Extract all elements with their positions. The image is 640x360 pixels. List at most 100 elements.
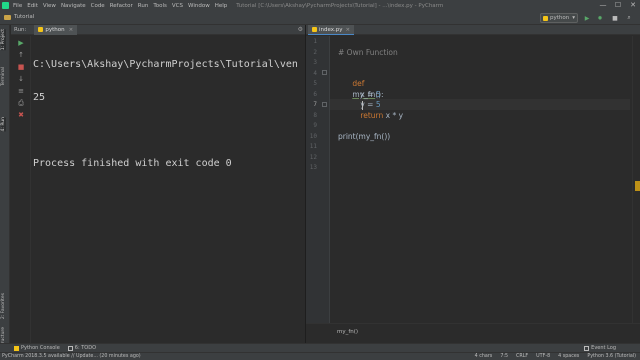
project-breadcrumb[interactable]: Tutorial bbox=[4, 14, 34, 20]
menu-refactor[interactable]: Refactor bbox=[110, 3, 133, 9]
keyword-return: return bbox=[360, 110, 384, 120]
todo-icon bbox=[67, 345, 73, 351]
run-tab-label: python bbox=[45, 26, 65, 33]
line-number: 13 bbox=[309, 164, 317, 171]
python-console-label: Python Console bbox=[21, 345, 60, 351]
rerun-icon[interactable]: ▶ bbox=[17, 39, 25, 47]
run-configuration-select[interactable]: python ▾ bbox=[540, 13, 578, 23]
run-tool-tab[interactable]: 4: Run bbox=[1, 117, 6, 132]
run-config-label: python bbox=[549, 15, 570, 21]
close-icon[interactable]: × bbox=[69, 27, 74, 33]
error-stripe bbox=[632, 36, 640, 323]
soft-wrap-icon[interactable]: ≡ bbox=[17, 87, 25, 95]
menu-edit[interactable]: Edit bbox=[27, 3, 38, 9]
code-expr: x * y bbox=[383, 110, 404, 120]
console-line: 25 bbox=[33, 92, 46, 103]
code-editor: index.py × 1 2 3 4 5 6 7 8 9 10 11 12 13… bbox=[306, 25, 640, 343]
line-number: 10 bbox=[309, 132, 317, 140]
editor-tab-bar: index.py × bbox=[306, 25, 640, 35]
indent-setting[interactable]: 4 spaces bbox=[558, 354, 579, 359]
line-number-gutter: 1 2 3 4 5 6 7 8 9 10 11 12 13 bbox=[306, 36, 330, 323]
stop-icon[interactable]: ■ bbox=[17, 63, 25, 71]
file-encoding[interactable]: UTF-8 bbox=[536, 354, 550, 359]
menu-code[interactable]: Code bbox=[91, 3, 105, 9]
update-notification[interactable]: PyCharm 2018.3.5 available // Update... … bbox=[2, 354, 141, 359]
folder-icon bbox=[4, 14, 11, 20]
warning-marker-icon[interactable] bbox=[635, 181, 640, 191]
window-title: Tutorial [C:\Users\Akshay\PycharmProject… bbox=[236, 2, 444, 9]
code-line-x: x = 5 bbox=[346, 79, 380, 99]
up-arrow-icon[interactable]: ↑ bbox=[17, 51, 25, 59]
stop-icon[interactable]: ■ bbox=[610, 13, 620, 23]
code-line-print: print(my_fn()) bbox=[338, 131, 391, 141]
text-caret bbox=[362, 101, 363, 110]
gear-icon[interactable]: ⚙ bbox=[298, 26, 303, 33]
line-number: 4 bbox=[313, 69, 317, 77]
python-icon bbox=[14, 345, 19, 351]
editor-breadcrumb-bar: my_fn() bbox=[306, 323, 640, 343]
menu-file[interactable]: File bbox=[13, 3, 22, 9]
down-arrow-icon[interactable]: ↓ bbox=[17, 75, 25, 83]
menu-tools[interactable]: Tools bbox=[153, 3, 167, 9]
python-icon bbox=[543, 15, 548, 21]
menu-view[interactable]: View bbox=[43, 3, 56, 9]
line-number: 5 bbox=[313, 80, 317, 87]
run-panel-title: Run: bbox=[14, 26, 27, 33]
python-interpreter[interactable]: Python 3.6 (Tutorial) bbox=[587, 354, 636, 359]
line-separator[interactable]: CRLF bbox=[516, 354, 528, 359]
bottom-tool-stripe: Python Console 6: TODO Event Log bbox=[0, 343, 640, 352]
menu-vcs[interactable]: VCS bbox=[172, 3, 183, 9]
editor-breadcrumb[interactable]: my_fn() bbox=[337, 329, 358, 335]
line-number: 9 bbox=[313, 122, 317, 129]
caret-position[interactable]: 7:5 bbox=[500, 354, 508, 359]
menu-window[interactable]: Window bbox=[188, 3, 210, 9]
editor-tab-label: index.py bbox=[319, 26, 343, 33]
terminal-tool-tab[interactable]: Terminal bbox=[1, 67, 6, 86]
run-toolbar: ▶ ↑ ■ ↓ ≡ ⎙ ✖ bbox=[11, 36, 31, 343]
close-icon[interactable]: × bbox=[346, 27, 351, 33]
code-area[interactable]: # Own Function def my_fn(): x = 5 y = 5 … bbox=[338, 36, 628, 323]
run-tab-python[interactable]: python × bbox=[34, 24, 78, 35]
run-panel-header: Run: python × ⚙ bbox=[11, 24, 305, 35]
fold-icon[interactable] bbox=[322, 102, 327, 107]
minimize-button[interactable]: — bbox=[596, 0, 610, 11]
menu-run[interactable]: Run bbox=[138, 3, 149, 9]
selection-chars: 4 chars bbox=[474, 354, 493, 359]
event-log-tab[interactable]: Event Log bbox=[584, 345, 616, 351]
line-number: 6 bbox=[313, 90, 317, 98]
python-file-icon bbox=[312, 27, 317, 32]
menu-help[interactable]: Help bbox=[215, 3, 228, 9]
menu-navigate[interactable]: Navigate bbox=[61, 3, 86, 9]
play-icon[interactable]: ▶ bbox=[582, 13, 592, 23]
left-tool-stripe: 1: Project Terminal 4: Run 2: Favorites … bbox=[0, 25, 10, 354]
code-line-return: return x * y bbox=[346, 100, 403, 120]
console-line: Process finished with exit code 0 bbox=[33, 158, 232, 169]
close-window-button[interactable]: ✕ bbox=[626, 0, 640, 11]
editor-tab-index-py[interactable]: index.py × bbox=[308, 25, 355, 35]
search-icon[interactable]: ⌕ bbox=[624, 13, 634, 23]
run-console-output[interactable]: C:\Users\Akshay\PycharmProjects\Tutorial… bbox=[33, 37, 305, 337]
menu-bar: File Edit View Navigate Code Refactor Ru… bbox=[0, 0, 640, 11]
python-icon bbox=[38, 27, 44, 32]
line-number: 1 bbox=[313, 38, 317, 45]
project-name: Tutorial bbox=[14, 14, 35, 20]
line-number-current: 7 bbox=[313, 101, 317, 108]
event-log-label: Event Log bbox=[591, 345, 616, 351]
line-number: 12 bbox=[309, 153, 317, 161]
event-log-icon bbox=[584, 345, 590, 351]
print-icon[interactable]: ⎙ bbox=[17, 99, 25, 107]
maximize-button[interactable]: ☐ bbox=[611, 0, 625, 11]
project-tool-tab[interactable]: 1: Project bbox=[1, 29, 6, 51]
code-line-def: def my_fn(): bbox=[338, 69, 383, 99]
todo-tab[interactable]: 6: TODO bbox=[67, 345, 96, 351]
bug-icon[interactable]: ✹ bbox=[595, 13, 605, 23]
fold-icon[interactable] bbox=[322, 70, 327, 75]
trash-icon[interactable]: ✖ bbox=[17, 111, 25, 119]
navigation-bar: Tutorial python ▾ ▶ ✹ ■ ⌕ bbox=[0, 11, 640, 25]
code-line-y: y = 5 bbox=[346, 90, 380, 109]
line-number: 3 bbox=[313, 59, 317, 66]
favorites-tool-tab[interactable]: 2: Favorites bbox=[1, 293, 6, 319]
run-tool-window: Run: python × ⚙ ▶ ↑ ■ ↓ ≡ ⎙ ✖ C:\Users\A… bbox=[11, 24, 305, 343]
python-console-tab[interactable]: Python Console bbox=[14, 345, 60, 351]
